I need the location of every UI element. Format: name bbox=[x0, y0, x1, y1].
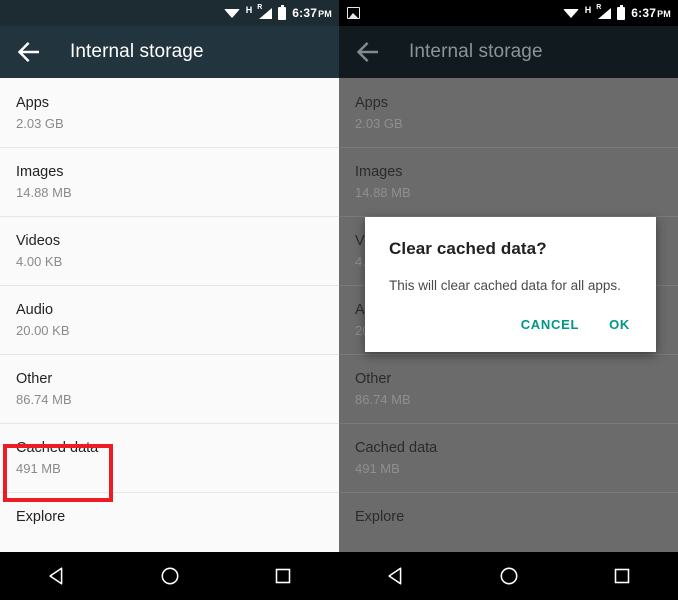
list-item-size: 2.03 GB bbox=[16, 116, 64, 131]
storage-list-left: Apps 2.03 GB Images 14.88 MB Videos 4.00… bbox=[0, 78, 339, 561]
list-item-title: Cached data bbox=[16, 440, 99, 456]
list-item-size: 4.00 KB bbox=[16, 254, 63, 269]
dialog-message: This will clear cached data for all apps… bbox=[389, 278, 621, 293]
list-item[interactable]: Images 14.88 MB bbox=[0, 147, 339, 216]
list-item-title: Images bbox=[16, 164, 64, 180]
clock-ampm: PM bbox=[318, 9, 332, 19]
list-item-title: Apps bbox=[16, 95, 50, 111]
list-item[interactable]: Videos 4.00 KB bbox=[0, 216, 339, 285]
wifi-icon bbox=[223, 8, 240, 18]
status-bar-clock: 6:37PM bbox=[292, 6, 332, 20]
signal-icon: R bbox=[257, 4, 273, 19]
panel-storage-list: H R 6:37PM Internal storage Apps 2.03 GB bbox=[0, 0, 339, 600]
back-nav-icon[interactable] bbox=[46, 565, 68, 587]
dialog-actions: CANCEL OK bbox=[389, 309, 632, 344]
home-nav-icon[interactable] bbox=[159, 565, 181, 587]
list-item-cached-data[interactable]: Cached data 491 MB bbox=[0, 423, 339, 492]
list-item-size: 86.74 MB bbox=[16, 392, 72, 407]
app-bar-left: Internal storage bbox=[0, 26, 339, 78]
back-arrow-icon[interactable] bbox=[14, 37, 44, 67]
clear-cached-data-dialog: Clear cached data? This will clear cache… bbox=[365, 217, 656, 352]
dialog-title: Clear cached data? bbox=[389, 239, 547, 258]
list-item[interactable]: Audio 20.00 KB bbox=[0, 285, 339, 354]
list-item-title: Explore bbox=[16, 509, 66, 525]
list-item-explore[interactable]: Explore bbox=[0, 492, 339, 561]
status-bar-system-icons-left: H R 6:37PM bbox=[223, 4, 332, 20]
list-item-title: Audio bbox=[16, 302, 54, 318]
recents-nav-icon[interactable] bbox=[273, 566, 293, 586]
page-title: Internal storage bbox=[70, 41, 204, 62]
list-item[interactable]: Other 86.74 MB bbox=[0, 354, 339, 423]
clock-time: 6:37 bbox=[292, 6, 318, 20]
list-item-size: 491 MB bbox=[16, 461, 61, 476]
ok-button[interactable]: OK bbox=[607, 313, 632, 336]
panel-clear-cache-dialog: H R 6:37PM Internal storage Apps 2.03 GB bbox=[339, 0, 678, 600]
list-item-title: Videos bbox=[16, 233, 61, 249]
status-bar-left: H R 6:37PM bbox=[0, 0, 339, 26]
battery-icon bbox=[278, 4, 287, 20]
signal-bars bbox=[259, 8, 273, 19]
nav-bar-left bbox=[0, 552, 339, 600]
list-item-size: 20.00 KB bbox=[16, 323, 70, 338]
network-h-icon: H bbox=[245, 4, 253, 15]
list-item-size: 14.88 MB bbox=[16, 185, 72, 200]
dual-screenshot-container: H R 6:37PM Internal storage Apps 2.03 GB bbox=[0, 0, 678, 600]
cancel-button[interactable]: CANCEL bbox=[519, 313, 581, 336]
list-item[interactable]: Apps 2.03 GB bbox=[0, 78, 339, 147]
list-item-title: Other bbox=[16, 371, 53, 387]
